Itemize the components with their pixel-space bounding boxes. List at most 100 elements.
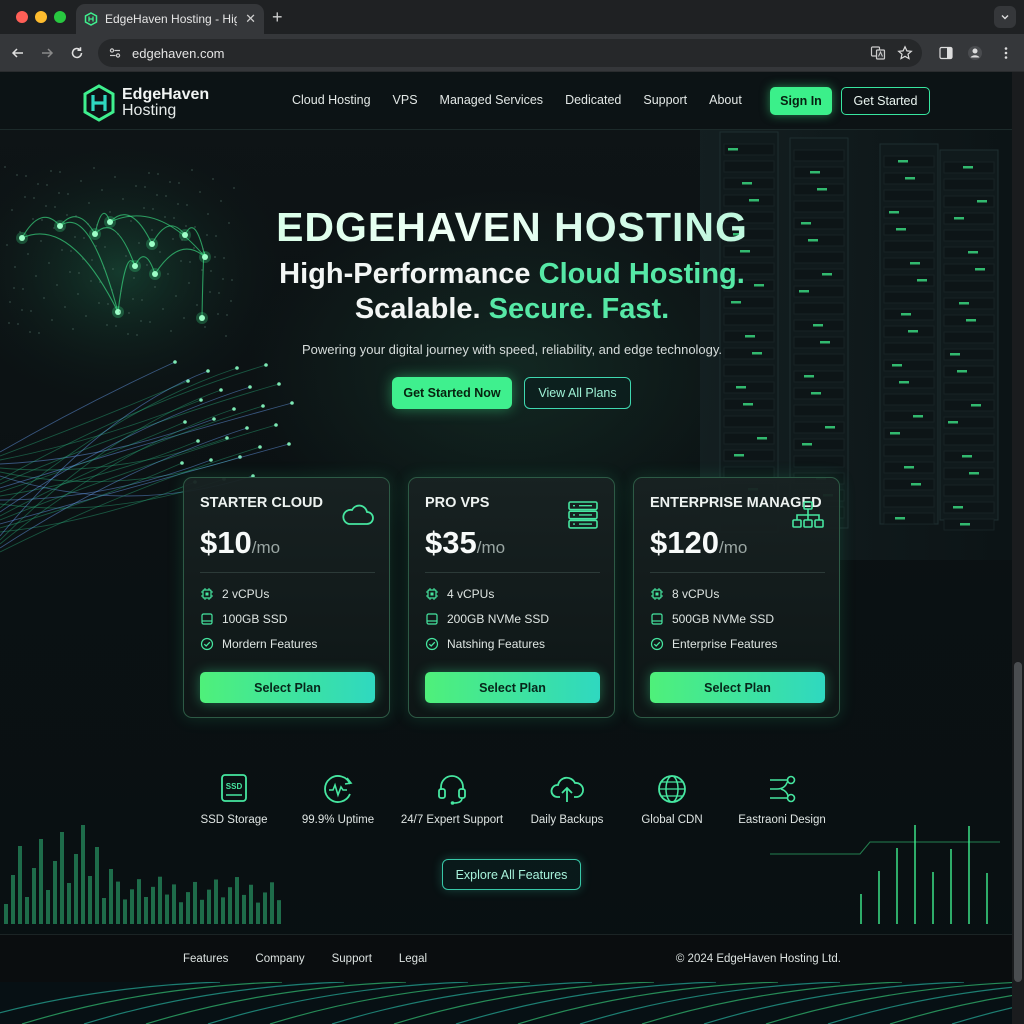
background-bar <box>88 876 92 924</box>
ssd-badge-text: SSD <box>226 782 243 791</box>
rack-led <box>817 188 827 191</box>
get-started-now-button[interactable]: Get Started Now <box>392 377 512 409</box>
bookmark-button[interactable] <box>895 43 915 63</box>
fiber-tip <box>258 445 262 449</box>
background-bar <box>144 897 148 924</box>
map-dot <box>59 171 61 173</box>
logo[interactable]: EdgeHaven Hosting <box>82 84 209 122</box>
translate-button[interactable] <box>868 43 888 63</box>
rack-led <box>745 335 755 338</box>
fiber-tip <box>290 401 294 405</box>
forward-button[interactable] <box>37 43 57 63</box>
background-bar <box>137 879 141 924</box>
sign-in-button[interactable]: Sign In <box>770 87 832 115</box>
new-tab-icon[interactable]: + <box>272 7 283 28</box>
tab-close-icon[interactable]: ✕ <box>245 11 256 27</box>
rack-led <box>757 437 767 440</box>
map-dot <box>135 185 137 187</box>
edgehaven-logo-icon <box>83 84 115 122</box>
window-controls <box>16 11 66 23</box>
rack-unit <box>883 393 935 406</box>
hero-subtitle-line1: High-Performance Cloud Hosting. <box>0 258 1012 291</box>
background-bar <box>18 846 22 924</box>
close-window-button[interactable] <box>16 11 28 23</box>
rack-unit <box>793 438 845 451</box>
footer-links: Features Company Support Legal <box>183 953 454 965</box>
reload-button[interactable] <box>67 43 87 63</box>
rack-led <box>734 454 744 457</box>
nav-cloud-hosting[interactable]: Cloud Hosting <box>292 93 371 107</box>
fiber-tip <box>232 407 236 411</box>
nav-support[interactable]: Support <box>643 93 687 107</box>
plan-price: $35/mo <box>425 525 505 561</box>
background-pulse-bar <box>896 848 898 924</box>
nav-dedicated[interactable]: Dedicated <box>565 93 621 107</box>
minimize-window-button[interactable] <box>35 11 47 23</box>
star-icon <box>897 45 913 60</box>
rack-led <box>802 443 812 446</box>
back-button[interactable] <box>8 43 28 63</box>
rack-unit <box>793 421 845 434</box>
check-circle-icon <box>650 637 664 651</box>
map-dot <box>46 184 48 186</box>
select-plan-button[interactable]: Select Plan <box>200 672 375 703</box>
background-bar <box>186 892 190 924</box>
select-plan-button[interactable]: Select Plan <box>425 672 600 703</box>
site-favicon-icon <box>84 12 98 26</box>
plan-feature-label: 500GB NVMe SSD <box>672 612 775 626</box>
cpu-chip-icon <box>426 588 438 600</box>
browser-menu-button[interactable] <box>996 43 1016 63</box>
background-bar <box>256 902 260 924</box>
rack-unit <box>793 455 845 468</box>
site-info-icon[interactable] <box>108 46 122 60</box>
background-bar <box>172 884 176 924</box>
rack-led <box>736 386 746 389</box>
rack-led <box>948 421 958 424</box>
footer-link-company[interactable]: Company <box>255 953 304 965</box>
address-bar[interactable]: edgehaven.com <box>98 39 922 67</box>
background-bar <box>242 894 246 924</box>
background-bar <box>32 868 36 924</box>
background-bar <box>179 902 183 924</box>
footer-link-support[interactable]: Support <box>332 953 372 965</box>
page-scrollbar[interactable] <box>1012 72 1024 1024</box>
site-footer: Features Company Support Legal © 2024 Ed… <box>0 934 1012 982</box>
browser-tab[interactable]: EdgeHaven Hosting - High-Performance Clo… <box>76 4 264 34</box>
plan-feature-label: 100GB SSD <box>222 612 288 626</box>
maximize-window-button[interactable] <box>54 11 66 23</box>
tab-search-button[interactable] <box>994 6 1016 28</box>
map-dot <box>178 182 180 184</box>
rack-led <box>905 177 915 180</box>
nav-vps[interactable]: VPS <box>393 93 418 107</box>
map-dot <box>24 196 26 198</box>
rack-unit <box>723 160 775 173</box>
get-started-button[interactable]: Get Started <box>841 87 930 115</box>
plan-price: $120/mo <box>650 525 747 561</box>
rack-led <box>960 523 970 526</box>
background-bar <box>74 854 78 924</box>
footer-link-legal[interactable]: Legal <box>399 953 427 965</box>
browser-tab-bar: EdgeHaven Hosting - High-Performance Clo… <box>0 0 1024 34</box>
explore-all-features-button[interactable]: Explore All Features <box>442 859 581 890</box>
rack-unit <box>943 178 995 191</box>
hero-tagline-plain: Scalable. <box>354 293 489 325</box>
background-bar <box>60 832 64 924</box>
nav-managed-services[interactable]: Managed Services <box>440 93 544 107</box>
view-all-plans-button[interactable]: View All Plans <box>524 377 631 409</box>
hero-subtitle-accent: Cloud Hosting. <box>538 258 745 290</box>
rack-unit <box>883 410 935 423</box>
rack-unit <box>943 433 995 446</box>
fiber-tip <box>264 363 268 367</box>
background-pulse-bar <box>878 871 880 924</box>
background-bar <box>221 897 225 924</box>
scrollbar-thumb[interactable] <box>1014 662 1022 982</box>
background-bar <box>235 877 239 924</box>
footer-link-features[interactable]: Features <box>183 953 228 965</box>
profile-button[interactable] <box>965 43 985 63</box>
rack-unit <box>943 365 995 378</box>
plan-feature-cpu: 2 vCPUs <box>200 587 269 601</box>
side-panel-button[interactable] <box>936 43 956 63</box>
nav-about[interactable]: About <box>709 93 742 107</box>
map-dot <box>159 251 161 253</box>
select-plan-button[interactable]: Select Plan <box>650 672 825 703</box>
